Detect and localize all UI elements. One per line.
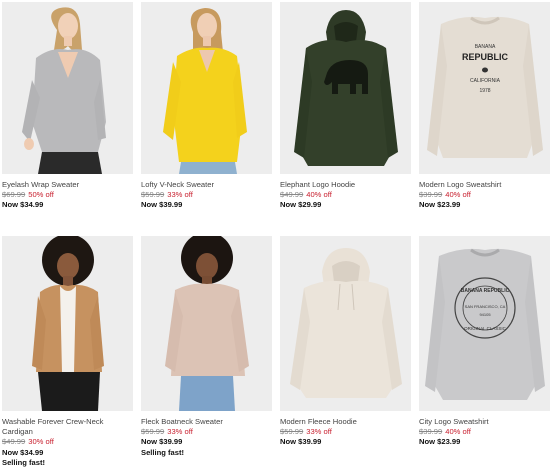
product-image[interactable] <box>141 236 272 411</box>
product-name[interactable]: Lofty V-Neck Sweater <box>141 180 272 190</box>
selling-fast-badge: Selling fast! <box>141 447 185 457</box>
product-card[interactable]: Elephant Logo Hoodie $49.99 40% off Now $… <box>280 2 411 211</box>
discount-label: 40% off <box>306 190 332 200</box>
discount-label: 40% off <box>445 427 471 437</box>
original-price: $49.99 <box>280 190 304 200</box>
product-image[interactable]: BANANA REPUBLIC CALIFORNIA 1978 <box>419 2 550 174</box>
sweatshirt-photo: BANANA REPUBLIC SAN FRANCISCO, CA 94105 … <box>419 236 550 411</box>
product-image[interactable] <box>2 236 133 411</box>
product-name[interactable]: Washable Forever Crew-Neck Cardigan <box>2 417 133 437</box>
print-line: ORIGINAL CLASSIC <box>464 326 507 331</box>
product-card[interactable]: BANANA REPUBLIC SAN FRANCISCO, CA 94105 … <box>419 236 550 448</box>
print-line: CALIFORNIA <box>470 78 501 84</box>
product-image[interactable]: BANANA REPUBLIC SAN FRANCISCO, CA 94105 … <box>419 236 550 411</box>
sale-price: Now $39.99 <box>280 437 322 447</box>
product-image[interactable] <box>280 2 411 174</box>
product-name[interactable]: City Logo Sweatshirt <box>419 417 550 427</box>
discount-label: 33% off <box>306 427 332 437</box>
original-price: $59.99 <box>141 427 165 437</box>
original-price: $49.99 <box>2 437 26 447</box>
sale-price: Now $29.99 <box>280 200 322 210</box>
product-card[interactable]: BANANA REPUBLIC CALIFORNIA 1978 Modern L… <box>419 2 550 211</box>
product-name[interactable]: Elephant Logo Hoodie <box>280 180 411 190</box>
product-name[interactable]: Modern Fleece Hoodie <box>280 417 411 427</box>
print-line: REPUBLIC <box>462 52 509 62</box>
original-price: $59.99 <box>280 427 304 437</box>
product-name[interactable]: Fleck Boatneck Sweater <box>141 417 272 427</box>
selling-fast-badge: Selling fast! <box>2 457 46 467</box>
sale-price: Now $39.99 <box>141 437 183 447</box>
original-price: $59.99 <box>141 190 165 200</box>
sale-price: Now $34.99 <box>2 447 44 457</box>
discount-label: 50% off <box>28 190 54 200</box>
original-price: $39.99 <box>419 427 443 437</box>
original-price: $39.99 <box>419 190 443 200</box>
hoodie-photo <box>280 2 411 174</box>
product-card[interactable]: Washable Forever Crew-Neck Cardigan $49.… <box>2 236 133 468</box>
product-name[interactable]: Modern Logo Sweatshirt <box>419 180 550 190</box>
original-price: $69.99 <box>2 190 26 200</box>
product-card[interactable]: Lofty V-Neck Sweater $59.99 33% off Now $… <box>141 2 272 211</box>
discount-label: 30% off <box>28 437 54 447</box>
product-image[interactable] <box>280 236 411 411</box>
discount-label: 33% off <box>167 427 193 437</box>
sale-price: Now $39.99 <box>141 200 183 210</box>
sale-price: Now $23.99 <box>419 200 461 210</box>
model-photo <box>2 2 133 174</box>
product-name[interactable]: Eyelash Wrap Sweater <box>2 180 133 190</box>
product-card[interactable]: Modern Fleece Hoodie $59.99 33% off Now $… <box>280 236 411 448</box>
product-image[interactable] <box>141 2 272 174</box>
print-line: 1978 <box>479 88 490 94</box>
sweatshirt-photo: BANANA REPUBLIC CALIFORNIA 1978 <box>419 2 550 174</box>
model-photo <box>141 2 272 174</box>
print-line: BANANA <box>475 44 496 50</box>
print-line: SAN FRANCISCO, CA <box>465 304 506 309</box>
print-line: BANANA REPUBLIC <box>461 288 510 294</box>
product-image[interactable] <box>2 2 133 174</box>
sale-price: Now $34.99 <box>2 200 44 210</box>
product-card[interactable]: Eyelash Wrap Sweater $69.99 50% off Now $… <box>2 2 133 211</box>
sale-price: Now $23.99 <box>419 437 461 447</box>
print-line: 94105 <box>479 312 491 317</box>
hoodie-photo <box>280 236 411 411</box>
model-photo <box>2 236 133 411</box>
model-photo <box>141 236 272 411</box>
discount-label: 40% off <box>445 190 471 200</box>
product-card[interactable]: Fleck Boatneck Sweater $59.99 33% off Now… <box>141 236 272 458</box>
discount-label: 33% off <box>167 190 193 200</box>
